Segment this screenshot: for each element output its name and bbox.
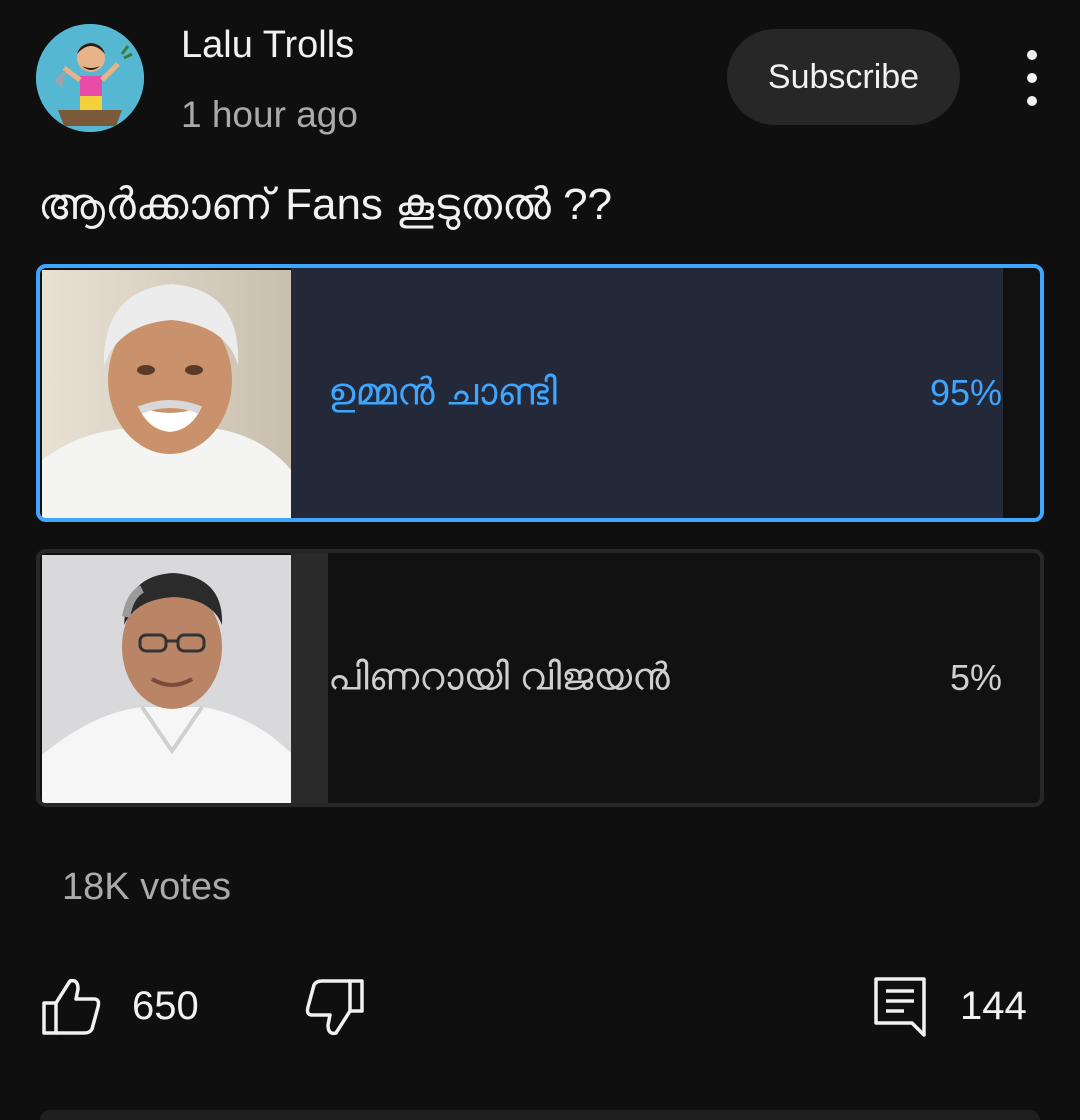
post-timestamp: 1 hour ago — [181, 94, 358, 135]
channel-avatar[interactable] — [36, 24, 144, 132]
comment-count: 144 — [960, 984, 1027, 1028]
more-dot — [1027, 50, 1037, 60]
vote-count: 18K votes — [62, 866, 231, 908]
community-post: Lalu Trolls 1 hour ago Subscribe ആർക്കാണ… — [0, 0, 1080, 1120]
person-photo-icon — [42, 555, 291, 803]
next-card-edge — [40, 1110, 1040, 1120]
option-percent-1: 95% — [929, 372, 1002, 413]
subscribe-button[interactable]: Subscribe — [727, 29, 960, 125]
option-label-2: പിണറായി വിജയൻ — [328, 656, 670, 699]
thumbs-up-icon[interactable] — [40, 975, 104, 1039]
option-image-2 — [42, 555, 291, 803]
more-dot — [1027, 73, 1037, 83]
post-text: ആർക്കാണ് Fans കൂടുതൽ ?? — [38, 180, 613, 229]
person-photo-icon — [42, 270, 291, 518]
poll-option-2[interactable]: പിണറായി വിജയൻ 5% — [36, 549, 1044, 807]
thumbs-down-icon[interactable] — [302, 975, 366, 1039]
more-vert-icon[interactable] — [1008, 50, 1056, 106]
result-bar-2 — [291, 553, 328, 803]
avatar-cartoon-icon — [36, 24, 144, 132]
option-image-1 — [42, 270, 291, 518]
more-dot — [1027, 96, 1037, 106]
option-percent-2: 5% — [949, 657, 1002, 698]
like-count: 650 — [132, 984, 199, 1028]
channel-name[interactable]: Lalu Trolls — [181, 24, 354, 67]
option-label-1: ഉമ്മൻ ചാണ്ടി — [328, 371, 558, 414]
comment-icon[interactable] — [872, 975, 930, 1039]
poll-option-1[interactable]: ഉമ്മൻ ചാണ്ടി 95% — [36, 264, 1044, 522]
